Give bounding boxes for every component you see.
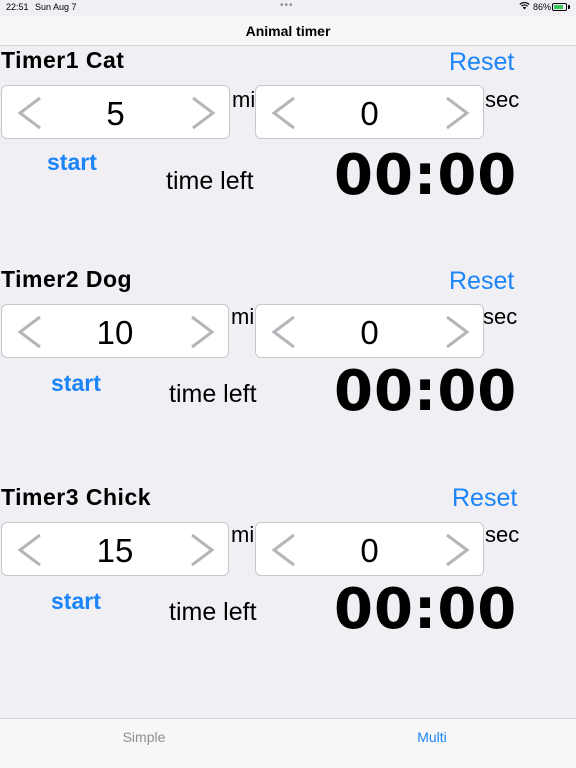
seconds-unit-label: sec: [483, 304, 518, 329]
tab-simple[interactable]: Simple: [84, 729, 204, 745]
status-time: 22:51: [6, 2, 29, 12]
minutes-stepper: 15: [1, 522, 229, 576]
increment-seconds-button[interactable]: [443, 315, 473, 349]
timer-title: Timer2 Dog: [1, 266, 133, 292]
reset-button[interactable]: Reset: [452, 484, 517, 513]
start-button[interactable]: start: [51, 370, 101, 397]
increment-minutes-button[interactable]: [189, 96, 219, 130]
battery-percent: 86%: [533, 2, 552, 12]
increment-minutes-button[interactable]: [188, 315, 218, 349]
chevron-right-icon: [446, 533, 470, 567]
page-title: Animal timer: [245, 23, 331, 39]
navigation-bar: Animal timer: [0, 16, 576, 46]
increment-seconds-button[interactable]: [443, 533, 473, 567]
seconds-stepper: 0: [255, 304, 484, 358]
chevron-right-icon: [191, 315, 215, 349]
wifi-icon: [519, 1, 530, 13]
battery-level: [554, 5, 563, 9]
tab-multi[interactable]: Multi: [372, 729, 492, 745]
tab-bar: Simple Multi: [0, 718, 576, 754]
timer-section-3: Timer3 Chick Reset 15 min 0 sec start ti…: [0, 484, 576, 694]
reset-button[interactable]: Reset: [449, 267, 514, 296]
countdown-display: 00:00: [334, 577, 518, 642]
seconds-stepper: 0: [255, 522, 484, 576]
time-left-label: time left: [169, 380, 257, 408]
battery-cap: [568, 5, 570, 9]
chevron-right-icon: [192, 96, 216, 130]
home-indicator-area: [0, 754, 576, 768]
timer-title: Timer3 Chick: [1, 484, 152, 510]
time-left-label: time left: [166, 167, 254, 195]
start-button[interactable]: start: [47, 149, 97, 176]
countdown-display: 00:00: [334, 359, 518, 424]
seconds-unit-label: sec: [485, 87, 520, 112]
chevron-right-icon: [191, 533, 215, 567]
seconds-stepper: 0: [255, 85, 484, 139]
time-left-label: time left: [169, 598, 257, 626]
timer-section-1: Timer1 Cat Reset 5 min 0 sec start time …: [0, 47, 576, 257]
chevron-right-icon: [446, 96, 470, 130]
seconds-unit-label: sec: [485, 522, 520, 547]
multitasking-dots-icon[interactable]: •••: [280, 0, 294, 11]
reset-button[interactable]: Reset: [449, 48, 514, 77]
minutes-stepper: 10: [1, 304, 229, 358]
chevron-right-icon: [446, 315, 470, 349]
status-date: Sun Aug 7: [35, 2, 77, 12]
countdown-display: 00:00: [334, 143, 518, 208]
start-button[interactable]: start: [51, 588, 101, 615]
status-bar: 22:51 Sun Aug 7 ••• 86%: [0, 0, 576, 16]
timer-title: Timer1 Cat: [1, 47, 125, 73]
battery-icon: [552, 3, 567, 11]
minutes-stepper: 5: [1, 85, 230, 139]
timer-section-2: Timer2 Dog Reset 10 min 0 sec start time…: [0, 266, 576, 476]
increment-seconds-button[interactable]: [443, 96, 473, 130]
increment-minutes-button[interactable]: [188, 533, 218, 567]
